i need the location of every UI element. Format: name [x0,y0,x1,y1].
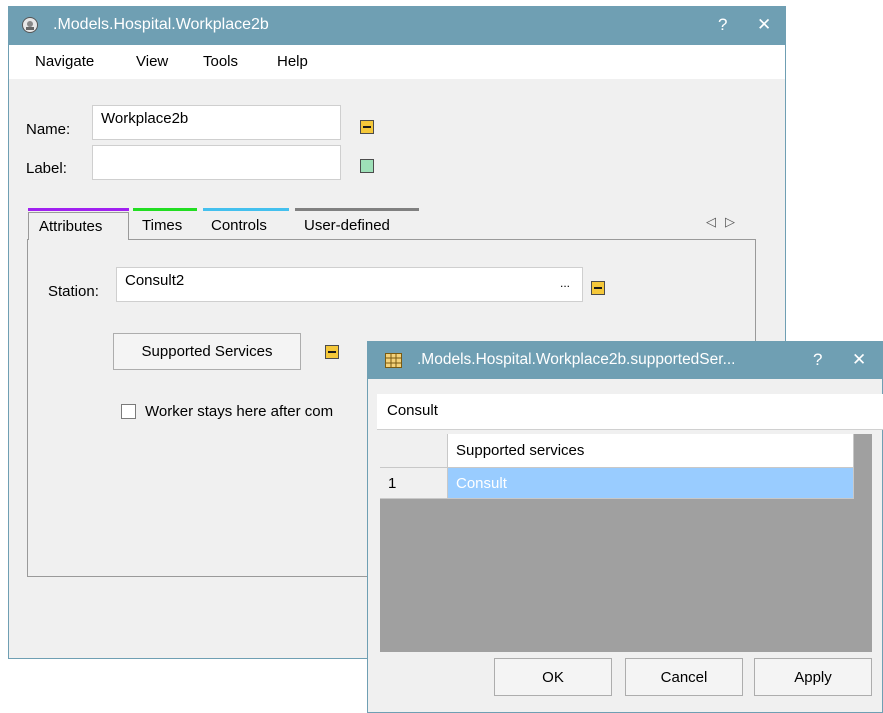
close-icon[interactable]: ✕ [757,15,771,35]
ok-button[interactable]: OK [494,658,612,696]
tab-scroll-right-icon[interactable]: ▷ [725,214,735,230]
app-icon [21,16,39,34]
supported-services-button[interactable]: Supported Services [113,333,301,370]
dialog-title: .Models.Hospital.Workplace2b.supportedSe… [417,351,736,368]
tab-attributes-color-bar [28,208,129,211]
dialog-help-button[interactable]: ? [813,350,822,370]
dialog-header-value: Consult [387,402,438,419]
ok-button-label: OK [542,669,564,686]
label-color-button[interactable] [360,159,374,173]
tab-user-defined[interactable]: User-defined [304,217,390,234]
dialog-header-field[interactable]: Consult [377,394,883,430]
tab-times[interactable]: Times [142,217,182,234]
tab-scroll-left-icon[interactable]: ◁ [706,214,716,230]
tab-attributes-label: Attributes [39,218,103,235]
station-label: Station: [48,283,99,300]
name-label: Name: [26,121,71,138]
station-expression-button[interactable] [591,281,605,295]
name-expression-button[interactable] [360,120,374,134]
cancel-button[interactable]: Cancel [625,658,743,696]
main-window-title: .Models.Hospital.Workplace2b [53,16,269,33]
tab-times-color-bar [133,208,197,211]
station-browse-button[interactable]: ... [560,276,570,290]
dialog-titlebar[interactable]: .Models.Hospital.Workplace2b.supportedSe… [368,342,882,379]
apply-button-label: Apply [794,669,832,686]
menu-view[interactable]: View [136,53,168,70]
table-corner [380,434,448,468]
services-table: Supported services 1 Consult [380,434,872,652]
worker-stays-checkbox[interactable] [121,404,136,419]
tab-attributes[interactable]: Attributes [28,212,129,240]
supported-services-dialog: .Models.Hospital.Workplace2b.supportedSe… [367,341,883,713]
name-field[interactable]: Workplace2b [92,105,341,140]
menu-help[interactable]: Help [277,53,308,70]
menu-tools[interactable]: Tools [203,53,238,70]
tab-user-defined-color-bar [295,208,419,211]
tab-controls-color-bar [203,208,289,211]
supported-services-expression-button[interactable] [325,345,339,359]
table-cell-selected[interactable]: Consult [448,468,854,499]
row-header[interactable]: 1 [380,468,448,499]
table-icon [385,353,402,368]
apply-button[interactable]: Apply [754,658,872,696]
help-button[interactable]: ? [718,15,727,35]
menu-navigate[interactable]: Navigate [35,53,94,70]
supported-services-button-label: Supported Services [141,343,273,360]
tab-controls[interactable]: Controls [211,217,267,234]
dialog-close-icon[interactable]: ✕ [852,350,866,370]
cancel-button-label: Cancel [660,669,708,686]
station-value: Consult2 [125,272,185,289]
label-field[interactable] [92,145,341,180]
worker-stays-label: Worker stays here after com [145,403,334,420]
main-titlebar[interactable]: .Models.Hospital.Workplace2b ? ✕ [9,7,785,45]
column-header-supported-services[interactable]: Supported services [448,434,854,468]
menu-bar: Navigate View Tools Help [9,45,785,79]
station-field[interactable]: Consult2 ... [116,267,583,302]
label-label: Label: [26,160,67,177]
